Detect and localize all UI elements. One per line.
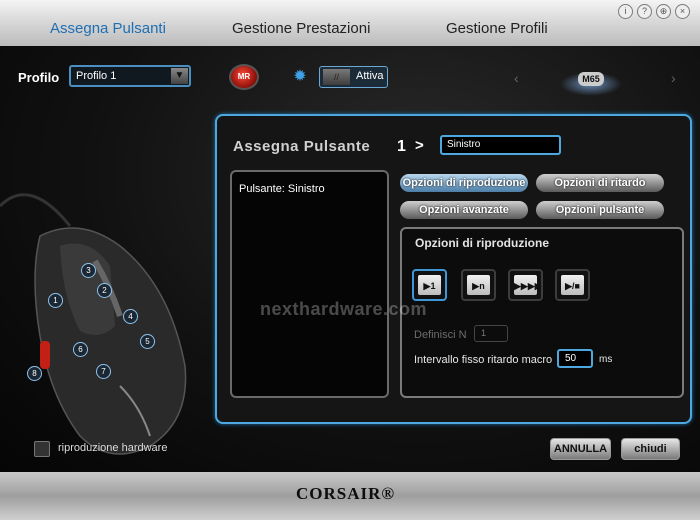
hardware-playback-label: riproduzione hardware xyxy=(58,442,168,454)
close-button[interactable]: chiudi xyxy=(621,438,680,460)
panel-title: Assegna Pulsante xyxy=(233,138,371,155)
help-icon[interactable]: ? xyxy=(637,4,652,19)
play-toggle-icon: ▶/■ xyxy=(561,275,584,295)
play-n-icon: ▶n xyxy=(467,275,490,295)
device-model: M65 xyxy=(578,72,604,86)
mouse-button-2[interactable]: 2 xyxy=(97,283,112,298)
interval-unit: ms xyxy=(599,354,613,365)
chevron-right-icon[interactable]: › xyxy=(671,70,676,86)
corsair-logo: CORSAIR® xyxy=(296,484,396,503)
tab-opzioni-ritardo[interactable]: Opzioni di ritardo xyxy=(536,174,664,192)
interval-label: Intervallo fisso ritardo macro xyxy=(414,354,553,366)
assign-panel: Assegna Pulsante 1 > Sinistro Pulsante: … xyxy=(215,114,692,424)
button-name-input[interactable]: Sinistro xyxy=(440,135,561,155)
button-number: 1 xyxy=(397,138,406,155)
mouse-image: 1 2 3 4 5 6 7 8 xyxy=(0,166,200,466)
profile-value: Profilo 1 xyxy=(76,70,117,82)
play-once-button[interactable]: ▶1 xyxy=(412,269,447,301)
mouse-button-4[interactable]: 4 xyxy=(123,309,138,324)
mouse-button-1[interactable]: 1 xyxy=(48,293,63,308)
main-area: Profilo Profilo 1 ▼ MR ✹ // Attiva ‹ M65… xyxy=(0,46,700,472)
list-item[interactable]: Pulsante: Sinistro xyxy=(239,183,325,195)
mouse-button-8[interactable]: 8 xyxy=(27,366,42,381)
mouse-button-7[interactable]: 7 xyxy=(96,364,111,379)
tab-opzioni-riproduzione[interactable]: Opzioni di riproduzione xyxy=(400,174,528,192)
play-repeat-icon: ▶▶▶▶ xyxy=(514,275,542,295)
tab-opzioni-pulsante[interactable]: Opzioni pulsante xyxy=(536,201,664,219)
interval-input[interactable]: 50 xyxy=(557,349,593,368)
play-repeat-button[interactable]: ▶▶▶▶ xyxy=(508,269,543,301)
close-icon[interactable]: × xyxy=(675,4,690,19)
chevron-left-icon[interactable]: ‹ xyxy=(514,70,519,86)
tab-gestione-prestazioni[interactable]: Gestione Prestazioni xyxy=(232,20,370,37)
assignment-list[interactable]: Pulsante: Sinistro xyxy=(230,170,389,398)
tab-opzioni-avanzate[interactable]: Opzioni avanzate xyxy=(400,201,528,219)
profile-select[interactable]: Profilo 1 ▼ xyxy=(69,65,191,87)
playback-options-panel: Opzioni di riproduzione ▶1 ▶n ▶▶▶▶ ▶/■ D… xyxy=(400,227,684,398)
tab-assegna-pulsanti[interactable]: Assegna Pulsanti xyxy=(50,20,166,37)
define-n-label: Definisci N xyxy=(414,329,467,341)
lighting-toggle[interactable]: // Attiva xyxy=(319,66,388,88)
macro-record-button[interactable]: MR xyxy=(229,64,259,90)
window-controls: i ? ⊕ × xyxy=(618,4,690,19)
lighting-icon: ✹ xyxy=(293,68,307,85)
mouse-illustration xyxy=(0,193,187,455)
play-toggle-button[interactable]: ▶/■ xyxy=(555,269,590,301)
arrow-icon: > xyxy=(415,137,424,154)
toggle-knob[interactable]: // xyxy=(323,69,350,85)
bottom-bar: CORSAIR® xyxy=(0,472,700,520)
device-selector[interactable]: M65 xyxy=(560,58,622,98)
mouse-button-6[interactable]: 6 xyxy=(73,342,88,357)
app-window: i ? ⊕ × Assegna Pulsanti Gestione Presta… xyxy=(0,0,700,520)
mouse-button-3[interactable]: 3 xyxy=(81,263,96,278)
mouse-button-5[interactable]: 5 xyxy=(140,334,155,349)
define-n-input[interactable]: 1 xyxy=(474,325,508,342)
top-bar: i ? ⊕ × Assegna Pulsanti Gestione Presta… xyxy=(0,0,700,47)
play-n-times-button[interactable]: ▶n xyxy=(461,269,496,301)
tab-gestione-profili[interactable]: Gestione Profili xyxy=(446,20,548,37)
profile-label: Profilo xyxy=(18,70,60,85)
toggle-label: Attiva xyxy=(356,70,384,82)
hardware-playback-checkbox[interactable] xyxy=(34,441,50,457)
globe-icon[interactable]: ⊕ xyxy=(656,4,671,19)
chevron-down-icon[interactable]: ▼ xyxy=(171,68,188,84)
info-icon[interactable]: i xyxy=(618,4,633,19)
play-once-icon: ▶1 xyxy=(418,275,441,295)
watermark: nexthardware.com xyxy=(260,299,428,319)
playback-options-title: Opzioni di riproduzione xyxy=(415,236,549,250)
cancel-button[interactable]: ANNULLA xyxy=(550,438,611,460)
